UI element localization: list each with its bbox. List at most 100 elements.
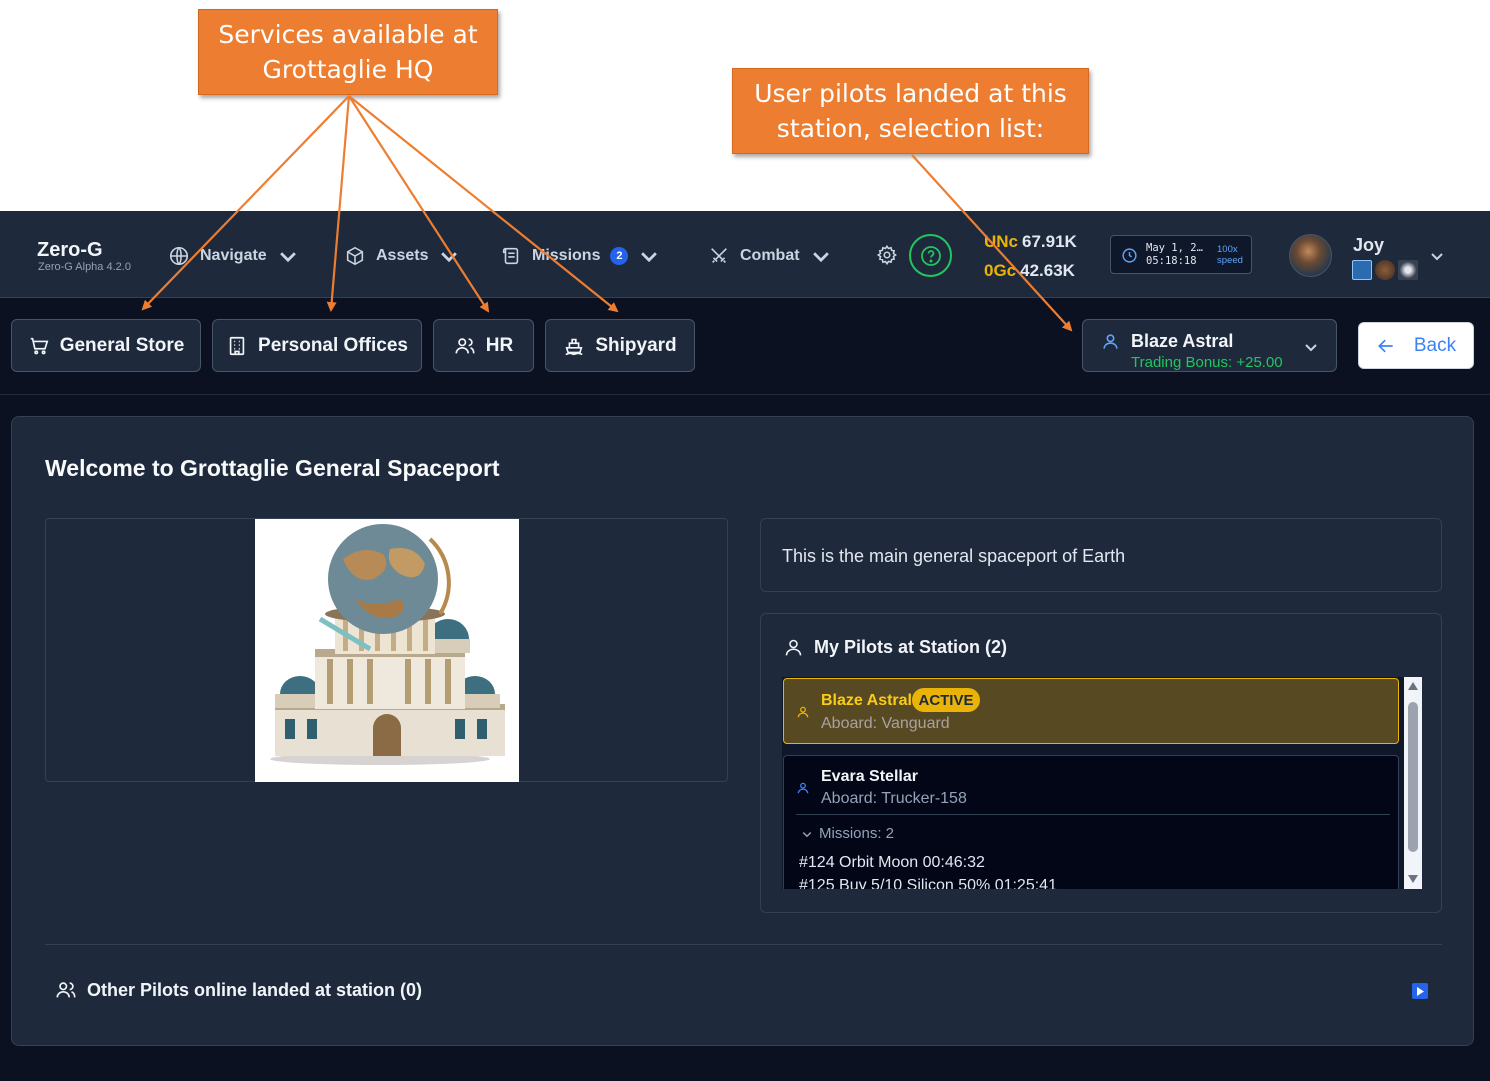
clock-datetime: May 1, 2… 05:18:18 xyxy=(1146,242,1203,268)
hr-label: HR xyxy=(485,334,514,356)
help-button[interactable] xyxy=(909,234,952,277)
brand-version: Zero-G Alpha 4.2.0 xyxy=(38,261,131,273)
clock-time: 05:18:18 xyxy=(1146,255,1197,267)
top-navbar: Zero-G Zero-G Alpha 4.2.0 Navigate Asset… xyxy=(0,211,1490,298)
speed-label: speed xyxy=(1217,255,1243,266)
currency-0gc: 0Gc 42.63K xyxy=(984,261,1075,281)
user-icon xyxy=(797,782,809,794)
clock-icon xyxy=(1122,248,1137,263)
pilot-card-active[interactable]: Blaze Astral ACTIVE Aboard: Vanguard xyxy=(783,678,1399,744)
back-button[interactable]: Back xyxy=(1358,322,1474,369)
shipyard-label: Shipyard xyxy=(595,334,677,356)
play-icon xyxy=(1417,986,1424,996)
nav-assets[interactable]: Assets xyxy=(344,241,460,271)
pilot-list-scrollbar[interactable] xyxy=(1404,677,1422,889)
active-pilot-select[interactable]: Blaze Astral Trading Bonus: +25.00 xyxy=(1082,319,1337,372)
mission-item: #125 Buy 5/10 Silicon 50% 01:25:41 xyxy=(799,877,1057,889)
my-pilots-title: My Pilots at Station (2) xyxy=(814,637,1008,657)
currency-unc-value: 67.91K xyxy=(1022,232,1077,251)
user-icon xyxy=(797,706,809,718)
missions-count: Missions: 2 xyxy=(819,825,895,842)
gear-icon[interactable] xyxy=(876,244,898,266)
card-divider xyxy=(796,814,1390,815)
nav-missions-label: Missions xyxy=(532,247,601,264)
toolbar-divider xyxy=(0,394,1490,395)
expand-play-icon[interactable] xyxy=(1412,983,1428,999)
clock-speed: 100x speed xyxy=(1217,244,1243,266)
nav-missions[interactable]: Missions 2 xyxy=(500,241,660,271)
station-image xyxy=(255,519,519,782)
nav-combat[interactable]: Combat xyxy=(708,241,832,271)
speed-value: 100x xyxy=(1217,244,1238,255)
pilot-list[interactable]: Blaze Astral ACTIVE Aboard: Vanguard Eva… xyxy=(782,677,1422,889)
station-panel: Welcome to Grottaglie General Spaceport xyxy=(11,416,1474,1046)
chevron-down-icon[interactable] xyxy=(1429,248,1445,264)
user-name[interactable]: Joy xyxy=(1353,235,1384,256)
planet-badge-icon xyxy=(1375,260,1395,280)
my-pilots-header: My Pilots at Station (2) xyxy=(783,637,1007,658)
other-pilots-header[interactable]: Other Pilots online landed at station (0… xyxy=(55,979,422,1001)
trading-bonus: Trading Bonus: +25.00 xyxy=(1131,354,1283,371)
users-icon xyxy=(56,982,76,998)
user-icon xyxy=(785,639,802,656)
game-clock[interactable]: May 1, 2… 05:18:18 100x speed xyxy=(1110,235,1252,274)
clock-date: May 1, 2… xyxy=(1146,242,1203,254)
station-description: This is the main general spaceport of Ea… xyxy=(782,546,1126,566)
globe-icon xyxy=(169,246,189,266)
missions-toggle[interactable]: Missions: 2 xyxy=(801,825,894,842)
nav-combat-label: Combat xyxy=(740,247,800,264)
annotation-pilots-callout: User pilots landed at this station, sele… xyxy=(732,68,1089,154)
page-title: Welcome to Grottaglie General Spaceport xyxy=(45,455,500,481)
building-icon xyxy=(229,336,245,355)
pilot-aboard: Aboard: Trucker-158 xyxy=(821,790,967,807)
mission-item: #124 Orbit Moon 00:46:32 xyxy=(799,854,985,871)
my-pilots-section: My Pilots at Station (2) Blaze Astral AC… xyxy=(760,613,1442,913)
nav-navigate[interactable]: Navigate xyxy=(168,241,299,271)
chevron-down-icon xyxy=(279,252,296,263)
chevron-down-icon xyxy=(802,831,812,837)
scroll-down-arrow[interactable] xyxy=(1408,875,1418,883)
avatar[interactable] xyxy=(1289,234,1332,277)
arrow-left-icon xyxy=(1378,339,1393,352)
nav-navigate-label: Navigate xyxy=(200,247,267,264)
users-icon xyxy=(455,337,475,353)
currency-unc-label: UNc xyxy=(984,232,1019,251)
app-window: Zero-G Zero-G Alpha 4.2.0 Navigate Asset… xyxy=(0,211,1490,1081)
missions-count-badge: 2 xyxy=(610,247,629,265)
sun-badge-icon xyxy=(1398,260,1418,280)
question-circle-icon xyxy=(920,245,941,266)
chevron-down-icon xyxy=(1305,344,1317,352)
pilot-aboard: Aboard: Vanguard xyxy=(821,715,950,732)
user-icon xyxy=(1103,334,1118,349)
active-status-badge: ACTIVE xyxy=(912,688,980,712)
currency-0gc-label: 0Gc xyxy=(984,261,1017,280)
hr-button[interactable]: HR xyxy=(433,319,534,372)
scroll-up-arrow[interactable] xyxy=(1408,682,1418,690)
chevron-down-icon xyxy=(812,252,829,263)
brand-title[interactable]: Zero-G xyxy=(37,239,103,262)
personal-offices-button[interactable]: Personal Offices xyxy=(212,319,422,372)
rank-badge-icon xyxy=(1352,260,1372,280)
section-divider xyxy=(45,944,1442,945)
scroll-thumb[interactable] xyxy=(1408,702,1418,852)
user-achievement-icons xyxy=(1352,260,1418,280)
spaceport-illustration xyxy=(270,524,505,765)
general-store-button[interactable]: General Store xyxy=(11,319,201,372)
back-label: Back xyxy=(1413,334,1457,356)
general-store-label: General Store xyxy=(59,334,185,356)
pilot-card[interactable]: Evara Stellar Aboard: Trucker-158 Missio… xyxy=(783,755,1399,889)
scroll-icon xyxy=(502,247,519,265)
cube-icon xyxy=(346,246,364,266)
station-description-box: This is the main general spaceport of Ea… xyxy=(760,518,1442,592)
shipyard-button[interactable]: Shipyard xyxy=(545,319,695,372)
crossed-swords-icon xyxy=(711,248,727,263)
chevron-down-icon xyxy=(441,252,458,263)
annotation-services-callout: Services available at Grottaglie HQ xyxy=(198,9,498,95)
station-image-frame xyxy=(45,518,728,782)
pilot-name: Blaze Astral xyxy=(821,692,912,709)
selected-pilot-name: Blaze Astral xyxy=(1131,331,1234,351)
other-pilots-title: Other Pilots online landed at station (0… xyxy=(87,979,423,1000)
screenshot-root: { "annotations": { "services": "Services… xyxy=(0,0,1490,1081)
ship-icon xyxy=(565,338,583,355)
personal-offices-label: Personal Offices xyxy=(258,334,408,356)
